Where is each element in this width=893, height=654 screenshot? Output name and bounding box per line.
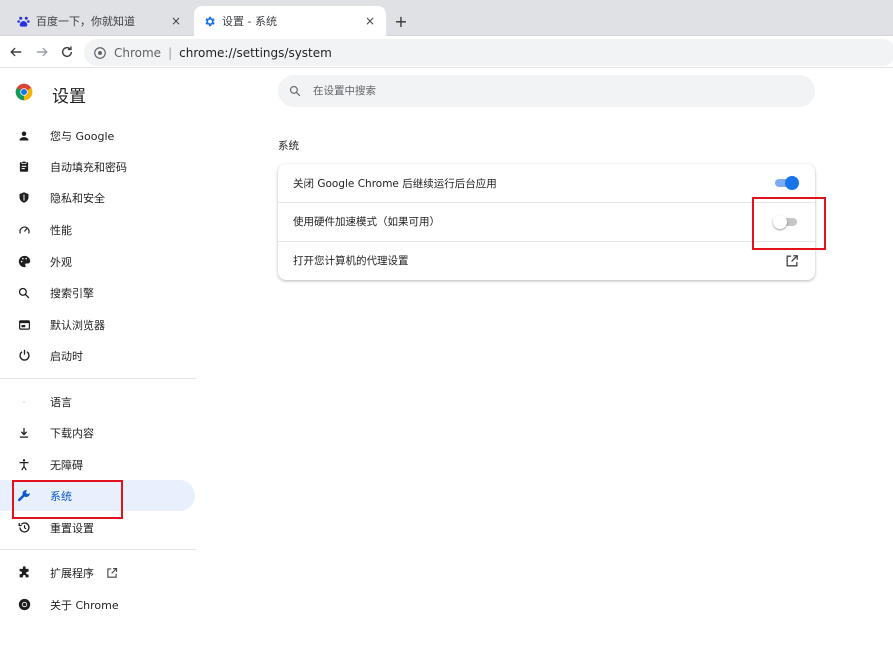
sidebar-item-you-and-google[interactable]: 您与 Google: [0, 120, 195, 151]
sidebar-item-label: 自动填充和密码: [50, 160, 127, 174]
language-icon: [17, 395, 31, 409]
tab-strip: 百度一下，你就知道 × 设置 - 系统 × +: [0, 0, 893, 36]
speedometer-icon: [17, 223, 31, 237]
section-title: 系统: [278, 140, 299, 152]
sidebar-item-languages[interactable]: 语言: [0, 386, 195, 417]
search-input[interactable]: [313, 85, 773, 97]
sidebar-item-label: 启动时: [50, 349, 83, 363]
sidebar-item-on-startup[interactable]: 启动时: [0, 340, 195, 371]
clipboard-icon: [17, 160, 31, 174]
reload-button[interactable]: [57, 42, 77, 62]
palette-icon: [17, 255, 31, 269]
sidebar-item-label: 默认浏览器: [50, 318, 105, 332]
url-separator: |: [168, 45, 173, 60]
shield-icon: [17, 191, 31, 205]
tab-title: 百度一下，你就知道: [36, 15, 135, 28]
system-settings-card: 关闭 Google Chrome 后继续运行后台应用 使用硬件加速模式（如果可用…: [278, 164, 815, 280]
address-bar[interactable]: Chrome | chrome://settings/system: [84, 39, 893, 66]
new-tab-button[interactable]: +: [392, 12, 410, 31]
sidebar-item-privacy[interactable]: 隐私和安全: [0, 182, 195, 213]
arrow-right-icon: [36, 47, 48, 57]
setting-row-proxy-settings[interactable]: 打开您计算机的代理设置: [278, 241, 815, 279]
forward-button[interactable]: [32, 42, 52, 62]
open-in-new-icon: [106, 567, 118, 579]
sidebar-item-label: 扩展程序: [50, 566, 94, 580]
gear-icon: [202, 14, 216, 28]
baidu-paw-icon: [16, 14, 30, 28]
search-icon: [289, 84, 303, 98]
chrome-logo-icon: [15, 83, 33, 101]
sidebar-item-accessibility[interactable]: 无障碍: [0, 449, 195, 480]
download-icon: [17, 426, 31, 440]
sidebar-item-default-browser[interactable]: 默认浏览器: [0, 309, 195, 340]
sidebar-item-label: 语言: [50, 395, 72, 409]
sidebar-item-search-engine[interactable]: 搜索引擎: [0, 277, 195, 308]
sidebar-divider: [0, 378, 196, 379]
search-icon: [17, 286, 31, 300]
tab-baidu[interactable]: 百度一下，你就知道 ×: [8, 6, 192, 36]
person-icon: [17, 129, 31, 143]
setting-label: 关闭 Google Chrome 后继续运行后台应用: [293, 177, 497, 190]
sidebar-item-label: 您与 Google: [50, 129, 115, 143]
sidebar-item-autofill[interactable]: 自动填充和密码: [0, 151, 195, 182]
settings-search[interactable]: [278, 75, 815, 107]
sidebar-item-label: 重置设置: [50, 521, 94, 535]
sidebar-item-label: 隐私和安全: [50, 191, 105, 205]
setting-row-background-apps[interactable]: 关闭 Google Chrome 后继续运行后台应用: [278, 164, 815, 202]
sidebar-item-label: 下载内容: [50, 426, 94, 440]
sidebar-item-about-chrome[interactable]: 关于 Chrome: [0, 589, 195, 620]
sidebar-item-performance[interactable]: 性能: [0, 214, 195, 245]
sidebar-item-appearance[interactable]: 外观: [0, 246, 195, 277]
open-in-new-icon[interactable]: [785, 254, 799, 268]
setting-row-hardware-acceleration[interactable]: 使用硬件加速模式（如果可用）: [278, 202, 815, 240]
puzzle-icon: [17, 566, 31, 580]
highlight-box-system: [12, 480, 123, 519]
close-tab-icon[interactable]: ×: [168, 13, 184, 29]
page-title: 设置: [52, 87, 86, 107]
accessibility-icon: [17, 458, 31, 472]
back-button[interactable]: [6, 42, 26, 62]
sidebar-item-label: 关于 Chrome: [50, 598, 119, 612]
arrow-left-icon: [10, 47, 22, 57]
site-label: Chrome: [114, 45, 162, 60]
sidebar-divider: [0, 549, 196, 550]
history-icon: [17, 521, 31, 535]
setting-label: 打开您计算机的代理设置: [293, 255, 409, 267]
sidebar-item-label: 无障碍: [50, 458, 83, 472]
chrome-icon: [94, 46, 108, 60]
tab-title: 设置 - 系统: [222, 15, 277, 28]
sidebar-item-label: 搜索引擎: [50, 286, 94, 300]
setting-label: 使用硬件加速模式（如果可用）: [293, 216, 440, 228]
background-apps-toggle[interactable]: [773, 176, 799, 190]
close-tab-icon[interactable]: ×: [362, 13, 378, 29]
tab-settings[interactable]: 设置 - 系统 ×: [194, 6, 386, 36]
reload-icon: [61, 46, 73, 58]
sidebar-item-extensions[interactable]: 扩展程序: [0, 557, 195, 588]
power-icon: [17, 349, 31, 363]
highlight-box-toggle: [752, 197, 826, 250]
chrome-icon: [17, 598, 31, 612]
browser-window-icon: [17, 318, 31, 332]
sidebar-item-label: 性能: [50, 223, 72, 237]
url-text[interactable]: chrome://settings/system: [179, 46, 332, 60]
sidebar-item-label: 外观: [50, 255, 72, 269]
sidebar-item-downloads[interactable]: 下载内容: [0, 417, 195, 448]
toolbar: Chrome | chrome://settings/system: [0, 36, 893, 68]
